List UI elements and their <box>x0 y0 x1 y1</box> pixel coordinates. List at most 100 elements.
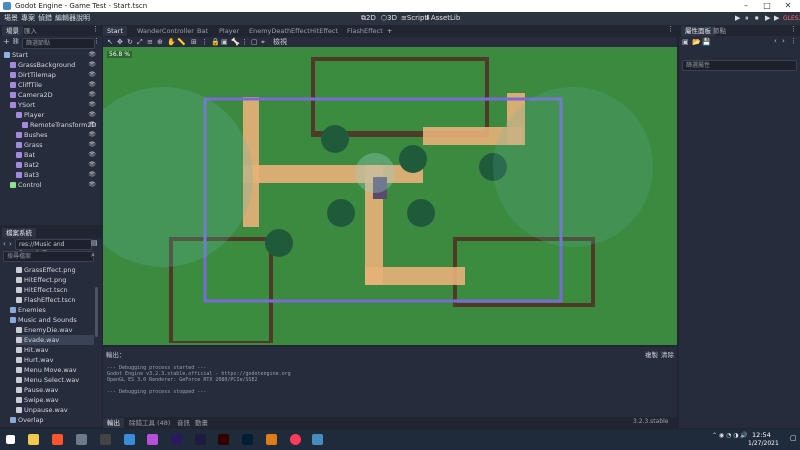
scene-node[interactable]: Player 👁 <box>16 110 100 120</box>
more-icon[interactable]: ⋮ <box>93 37 100 45</box>
split-view-icon[interactable]: ▤ <box>91 239 98 247</box>
zoom-indicator[interactable]: 56.8 % <box>107 51 132 58</box>
file-item[interactable]: Menu Move.wav <box>16 365 94 375</box>
snap-icon[interactable]: ⊞ <box>191 37 197 47</box>
scene-node[interactable]: Control 👁 <box>10 180 100 190</box>
close-button[interactable]: ✕ <box>778 0 798 12</box>
visibility-icon[interactable]: 👁 <box>88 100 96 110</box>
file-item[interactable]: Hit.wav <box>16 345 94 355</box>
visibility-icon[interactable]: 👁 <box>88 110 96 120</box>
visibility-icon[interactable]: 👁 <box>88 80 96 90</box>
file-item[interactable]: Overlap <box>10 415 94 425</box>
new-resource-icon[interactable]: ▣ <box>682 38 689 46</box>
brave-icon[interactable] <box>52 434 63 445</box>
scene-tab-enemydeatheffect[interactable]: EnemyDeathEffect <box>245 26 314 36</box>
add-node-icon[interactable]: + <box>3 37 10 46</box>
history-forward-icon[interactable]: › <box>782 37 785 45</box>
scene-node[interactable]: Bushes 👁 <box>16 130 100 140</box>
maximize-button[interactable]: □ <box>757 0 777 12</box>
minimize-button[interactable]: – <box>736 0 756 12</box>
clear-button[interactable]: 清除 <box>661 349 674 359</box>
bone-icon[interactable]: ⋮ <box>241 37 248 47</box>
node-filter-input[interactable]: 篩選節點 <box>22 38 95 49</box>
stop-button[interactable]: ⏹ <box>752 13 762 24</box>
nav-forward-icon[interactable]: › <box>9 240 12 248</box>
select-tool-icon[interactable]: ↖ <box>107 37 113 47</box>
renderer-select[interactable]: GLES3 <box>780 13 800 24</box>
scene-node[interactable]: Start 👁 <box>4 50 100 60</box>
move-tool-icon[interactable]: ✥ <box>117 37 123 47</box>
visibility-icon[interactable]: 👁 <box>88 50 96 60</box>
load-resource-icon[interactable]: 📂 <box>692 38 701 46</box>
save-resource-icon[interactable]: 💾 <box>702 38 711 46</box>
visibility-icon[interactable]: 👁 <box>88 70 96 80</box>
history-back-icon[interactable]: ‹ <box>774 37 777 45</box>
scene-node[interactable]: Grass 👁 <box>16 140 100 150</box>
scale-tool-icon[interactable]: ⤢ <box>137 37 143 47</box>
premiere-icon[interactable] <box>171 434 182 445</box>
pause-button[interactable]: ⏸ <box>742 13 752 24</box>
list-tool-icon[interactable]: ≡ <box>147 37 153 47</box>
pin-icon[interactable]: ⌖ <box>261 37 265 47</box>
scene-node[interactable]: Bat2 👁 <box>16 160 100 170</box>
file-item[interactable]: Music and Sounds <box>10 315 94 325</box>
visibility-icon[interactable]: 👁 <box>88 130 96 140</box>
grid-snap-icon[interactable]: ⋮ <box>201 37 208 47</box>
file-item[interactable]: Evade.wav <box>16 335 94 345</box>
camera-icon[interactable]: ▢ <box>251 37 258 47</box>
visibility-icon[interactable]: 👁 <box>88 170 96 180</box>
menu-project[interactable]: 專案 <box>19 12 37 25</box>
file-item[interactable]: Swipe.wav <box>16 395 94 405</box>
visibility-icon[interactable]: 👁 <box>88 60 96 70</box>
scene-tab-wandercontroller[interactable]: WanderController <box>133 26 198 36</box>
file-item[interactable]: FlashEffect.tscn <box>16 295 94 305</box>
visibility-icon[interactable]: 👁 <box>88 140 96 150</box>
photoshop-icon[interactable] <box>242 434 253 445</box>
pivot-tool-icon[interactable]: ⊕ <box>157 37 163 47</box>
tab-filesystem[interactable]: 檔案系統 <box>2 228 36 238</box>
illustrator-icon[interactable] <box>218 434 229 445</box>
copy-button[interactable]: 複製 <box>645 349 658 359</box>
scene-node[interactable]: DirtTilemap 👁 <box>10 70 100 80</box>
visibility-icon[interactable]: 👁 <box>88 180 96 190</box>
scene-node[interactable]: Bat3 👁 <box>16 170 100 180</box>
visibility-icon[interactable]: 👁 <box>88 160 96 170</box>
start-button-icon[interactable] <box>6 435 15 444</box>
visibility-icon[interactable]: 👁 <box>88 90 96 100</box>
file-item[interactable]: Pause.wav <box>16 385 94 395</box>
file-explorer-icon[interactable] <box>28 434 39 445</box>
history-icon[interactable]: ⋮ <box>790 37 797 45</box>
pan-tool-icon[interactable]: ✋ <box>167 37 176 47</box>
ruler-tool-icon[interactable]: 📏 <box>177 37 186 47</box>
scene-node[interactable]: RemoteTransform2D 👁 <box>22 120 100 130</box>
nav-back-icon[interactable]: ‹ <box>3 240 6 248</box>
app-icon[interactable] <box>76 434 87 445</box>
app-icon[interactable] <box>124 434 135 445</box>
file-item[interactable]: Unpause.wav <box>16 405 94 415</box>
scene-tab-player[interactable]: Player <box>215 26 243 36</box>
app-icon[interactable] <box>290 434 301 445</box>
filesystem-scrollbar[interactable] <box>95 287 98 337</box>
app-icon[interactable] <box>147 434 158 445</box>
tab-node[interactable]: 節點 <box>709 26 730 36</box>
file-item[interactable]: Hurt.wav <box>16 355 94 365</box>
file-item[interactable]: Menu Select.wav <box>16 375 94 385</box>
tabs-menu-icon[interactable]: ⋮ <box>667 25 674 33</box>
group-icon[interactable]: ▣ <box>221 37 228 47</box>
visibility-icon[interactable]: 👁 <box>88 150 96 160</box>
file-item[interactable]: Enemies <box>10 305 94 315</box>
scene-node[interactable]: GrassBackground 👁 <box>10 60 100 70</box>
scene-tab-bat[interactable]: Bat <box>193 26 212 36</box>
visibility-icon[interactable]: 👁 <box>88 120 96 130</box>
godot-taskbar-icon[interactable] <box>312 434 323 445</box>
tab-import[interactable]: 匯入 <box>20 26 41 36</box>
link-icon[interactable]: ⛓ <box>12 38 20 45</box>
skeleton-icon[interactable]: 🦴 <box>231 37 240 47</box>
lock-icon[interactable]: 🔒 <box>211 37 220 47</box>
workspace-2d[interactable]: ⧉2D <box>358 13 379 24</box>
file-item[interactable]: HitEffect.tscn <box>16 285 94 295</box>
file-search-input[interactable]: 搜尋檔案 <box>3 251 94 262</box>
path-field[interactable]: res://Music and Sounds/E <box>15 239 92 257</box>
workspace-3d[interactable]: ⬡3D <box>378 13 400 24</box>
file-item[interactable]: HitEffect.png <box>16 275 94 285</box>
